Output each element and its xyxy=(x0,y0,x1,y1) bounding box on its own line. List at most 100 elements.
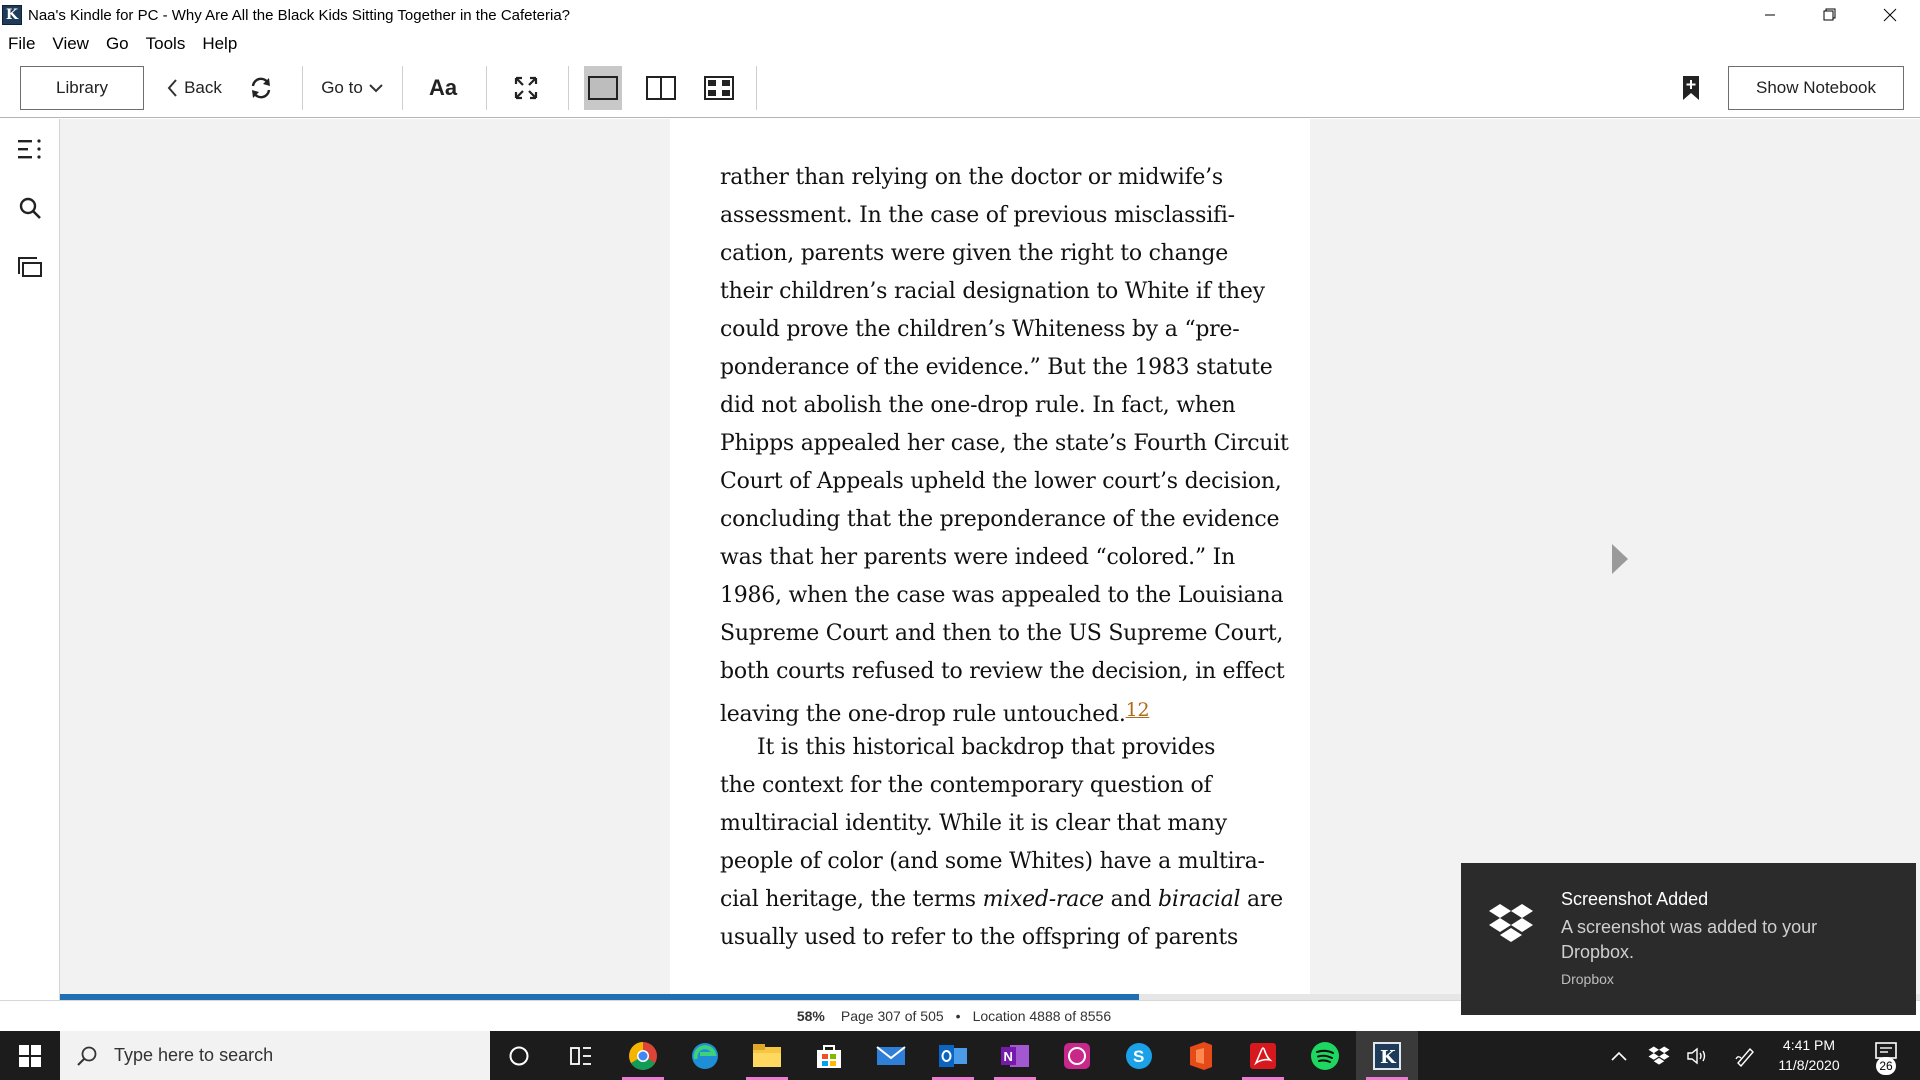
volume-icon xyxy=(1687,1047,1706,1064)
search-placeholder: Type here to search xyxy=(114,1045,274,1065)
skype-icon: S xyxy=(1126,1042,1152,1069)
taskbar-search-box[interactable]: Type here to search xyxy=(60,1031,490,1080)
two-column-view-button[interactable] xyxy=(642,66,680,110)
taskbar-app-onenote[interactable]: N xyxy=(984,1031,1046,1080)
taskbar-app-outlook[interactable] xyxy=(922,1031,984,1080)
taskbar-app-whatsapp[interactable] xyxy=(1046,1031,1108,1080)
chevron-down-icon xyxy=(369,84,383,93)
library-button[interactable]: Library xyxy=(20,66,144,110)
text-span: leaving the one-drop rule untouched. xyxy=(720,702,1126,727)
text-span: and xyxy=(1103,887,1159,912)
tray-pen[interactable] xyxy=(1730,1031,1760,1080)
footnote-link[interactable]: 12 xyxy=(1126,699,1150,721)
page-flip-button[interactable] xyxy=(700,66,738,110)
search-button[interactable] xyxy=(14,192,46,224)
tray-dropbox[interactable] xyxy=(1644,1031,1674,1080)
taskbar-app-mail[interactable] xyxy=(860,1031,922,1080)
taskbar-app-spotify[interactable] xyxy=(1294,1031,1356,1080)
taskbar-clock[interactable]: 4:41 PM 11/8/2020 xyxy=(1764,1035,1854,1075)
minimize-button[interactable] xyxy=(1740,0,1800,30)
toolbar-separator xyxy=(402,66,403,110)
taskbar-app-chrome[interactable] xyxy=(612,1031,674,1080)
back-button[interactable]: Back xyxy=(158,66,230,110)
text-line: 1986, when the case was appealed to the … xyxy=(720,583,1284,608)
text-line: Supreme Court and then to the US Supreme… xyxy=(720,621,1284,646)
start-button[interactable] xyxy=(0,1031,60,1080)
taskbar-app-edge[interactable] xyxy=(674,1031,736,1080)
whatsapp-icon xyxy=(1064,1042,1090,1069)
menu-view[interactable]: View xyxy=(52,34,89,54)
clock-time: 4:41 PM xyxy=(1782,1037,1836,1053)
goto-label: Go to xyxy=(321,78,363,97)
onenote-icon: N xyxy=(1001,1044,1029,1067)
spotify-icon xyxy=(1311,1041,1339,1070)
location-indicator: Location 4888 of 8556 xyxy=(972,1008,1112,1024)
outlook-icon xyxy=(939,1044,967,1067)
text-line: was that her parents were indeed “colore… xyxy=(720,545,1236,570)
full-screen-button[interactable] xyxy=(508,66,544,110)
reader-toolbar: Library Back Go to Aa Show Notebook xyxy=(0,58,1920,118)
sync-button[interactable] xyxy=(244,66,278,110)
full-screen-icon xyxy=(514,76,538,100)
taskbar-app-skype[interactable]: S xyxy=(1108,1031,1170,1080)
next-page-arrow-icon[interactable] xyxy=(1610,542,1630,576)
restore-button[interactable] xyxy=(1800,0,1860,30)
close-button[interactable] xyxy=(1860,0,1920,30)
font-icon: Aa xyxy=(428,75,458,100)
taskbar-app-acrobat[interactable] xyxy=(1232,1031,1294,1080)
text-span: cial heritage, the terms xyxy=(720,887,983,912)
file-explorer-icon xyxy=(753,1043,781,1067)
status-separator: • xyxy=(955,1008,961,1024)
text-line: cation, parents were given the right to … xyxy=(720,241,1228,266)
cortana-button[interactable] xyxy=(488,1031,550,1080)
svg-text:S: S xyxy=(1133,1047,1144,1066)
chevron-up-icon xyxy=(1611,1051,1627,1061)
taskbar-app-file-explorer[interactable] xyxy=(736,1031,798,1080)
dropbox-icon xyxy=(1489,904,1533,942)
menu-file[interactable]: File xyxy=(8,34,35,54)
dropbox-notification[interactable]: Screenshot Added A screenshot was added … xyxy=(1461,863,1916,1015)
text-line: cial heritage, the terms mixed-race and … xyxy=(720,881,1283,919)
text-line: the context for the contemporary questio… xyxy=(720,773,1212,798)
menu-go[interactable]: Go xyxy=(106,34,129,54)
text-line: ponderance of the evidence.” But the 198… xyxy=(720,355,1273,380)
restore-icon xyxy=(1823,8,1836,21)
menu-help[interactable]: Help xyxy=(202,34,237,54)
flashcards-button[interactable] xyxy=(14,251,46,283)
search-icon xyxy=(19,197,41,219)
table-of-contents-button[interactable] xyxy=(14,133,46,165)
tray-volume[interactable] xyxy=(1682,1031,1712,1080)
text-line: could prove the children’s Whiteness by … xyxy=(720,317,1240,342)
text-line: both courts refused to review the decisi… xyxy=(720,659,1285,684)
windows-logo-icon xyxy=(19,1044,41,1067)
chevron-left-icon xyxy=(167,79,177,97)
toolbar-separator xyxy=(756,66,757,110)
goto-dropdown[interactable]: Go to xyxy=(314,66,390,110)
task-view-button[interactable] xyxy=(550,1031,612,1080)
taskbar-app-kindle[interactable]: K xyxy=(1356,1031,1418,1080)
single-column-view-button[interactable] xyxy=(584,66,622,110)
page-text: rather than relying on the doctor or mid… xyxy=(720,159,1289,957)
mail-icon xyxy=(876,1045,906,1065)
progress-percent: 58% xyxy=(796,1008,825,1024)
notification-title: Screenshot Added xyxy=(1561,889,1709,909)
add-bookmark-button[interactable] xyxy=(1676,66,1706,110)
text-line: It is this historical backdrop that prov… xyxy=(757,735,1216,760)
show-hidden-icons-button[interactable] xyxy=(1604,1031,1634,1080)
italic-term: biracial xyxy=(1158,887,1241,912)
show-notebook-button[interactable]: Show Notebook xyxy=(1728,66,1904,110)
single-page-icon xyxy=(588,76,618,100)
taskbar-app-store[interactable] xyxy=(798,1031,860,1080)
text-line: Phipps appealed her case, the state’s Fo… xyxy=(720,431,1289,456)
table-of-contents-icon xyxy=(18,139,41,159)
flashcards-icon xyxy=(18,257,42,277)
office-icon xyxy=(1190,1041,1212,1070)
menu-bar: File View Go Tools Help xyxy=(0,30,1920,58)
windows-taskbar: Type here to search N S K 4:41 PM 11/8/2… xyxy=(0,1031,1920,1080)
font-settings-button[interactable]: Aa xyxy=(418,66,468,110)
kindle-icon: K xyxy=(1373,1041,1401,1070)
kindle-app-icon[interactable]: K xyxy=(2,5,22,25)
taskbar-app-office[interactable] xyxy=(1170,1031,1232,1080)
menu-tools[interactable]: Tools xyxy=(146,34,186,54)
text-line: assessment. In the case of previous misc… xyxy=(720,203,1235,228)
